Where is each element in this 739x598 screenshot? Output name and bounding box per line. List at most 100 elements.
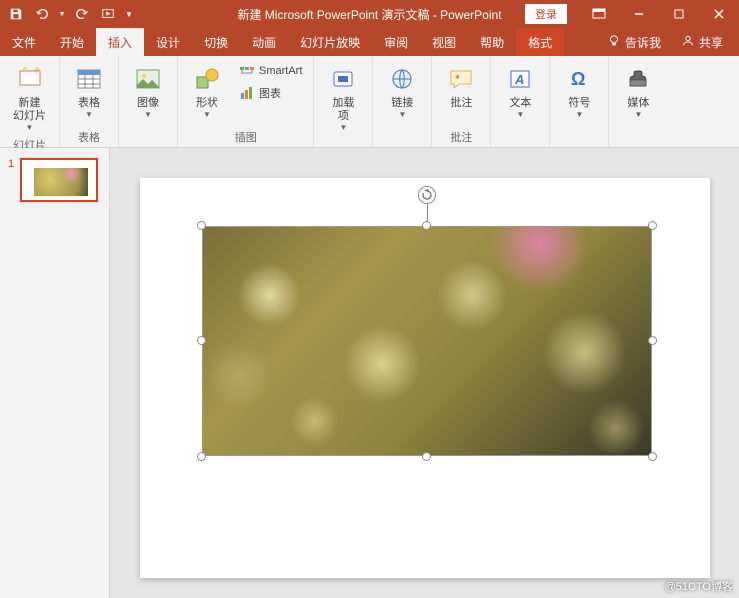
tab-format[interactable]: 格式 xyxy=(516,28,564,56)
chevron-down-icon: ▼ xyxy=(516,110,524,119)
titlebar-right: 登录 xyxy=(525,0,739,28)
tab-help[interactable]: 帮助 xyxy=(468,28,516,56)
thumbnail-slide[interactable] xyxy=(20,158,98,202)
tab-file[interactable]: 文件 xyxy=(0,28,48,56)
comments-button[interactable]: ✱ 批注 xyxy=(438,60,484,113)
undo-icon[interactable] xyxy=(30,2,54,26)
maximize-icon[interactable] xyxy=(659,0,699,28)
group-addins: 加载 项 ▼ xyxy=(314,56,373,147)
addins-button[interactable]: 加载 项 ▼ xyxy=(320,60,366,135)
svg-text:Ω: Ω xyxy=(571,69,585,89)
group-links: 链接 ▼ xyxy=(373,56,432,147)
chevron-down-icon: ▼ xyxy=(85,110,93,119)
tab-slideshow[interactable]: 幻灯片放映 xyxy=(288,28,372,56)
rotate-handle[interactable] xyxy=(418,186,436,204)
svg-text:✱: ✱ xyxy=(455,74,460,81)
smartart-icon xyxy=(239,63,255,79)
resize-handle-sw[interactable] xyxy=(197,452,206,461)
group-comments: ✱ 批注 批注 xyxy=(432,56,491,147)
resize-handle-e[interactable] xyxy=(648,336,657,345)
qat-customize-icon[interactable]: ▼ xyxy=(122,2,136,26)
smartart-button[interactable]: SmartArt xyxy=(234,60,307,82)
new-slide-label: 新建 幻灯片 xyxy=(13,97,46,123)
chevron-down-icon: ▼ xyxy=(144,110,152,119)
images-button[interactable]: 图像 ▼ xyxy=(125,60,171,122)
resize-handle-w[interactable] xyxy=(197,336,206,345)
workspace: 1 xyxy=(0,148,739,598)
chart-icon xyxy=(239,85,255,101)
tab-view[interactable]: 视图 xyxy=(420,28,468,56)
start-from-beginning-icon[interactable] xyxy=(96,2,120,26)
chevron-down-icon: ▼ xyxy=(398,110,406,119)
links-button[interactable]: 链接 ▼ xyxy=(379,60,425,122)
share-icon xyxy=(681,34,695,51)
undo-dropdown-icon[interactable]: ▼ xyxy=(56,2,68,26)
quick-access-toolbar: ▼ ▼ xyxy=(0,2,136,26)
slide-editor[interactable] xyxy=(110,148,739,598)
thumbnail-item[interactable]: 1 xyxy=(8,158,101,202)
login-button[interactable]: 登录 xyxy=(525,4,567,24)
tab-animations[interactable]: 动画 xyxy=(240,28,288,56)
chevron-down-icon: ▼ xyxy=(634,110,642,119)
group-slides: 新建 幻灯片 ▼ 幻灯片 xyxy=(0,56,60,147)
tab-insert[interactable]: 插入 xyxy=(96,28,144,56)
redo-icon[interactable] xyxy=(70,2,94,26)
tell-me-label: 告诉我 xyxy=(625,34,661,51)
text-icon: A xyxy=(504,63,536,95)
ribbon-display-options-icon[interactable] xyxy=(579,0,619,28)
text-button[interactable]: A 文本 ▼ xyxy=(497,60,543,122)
group-media-label xyxy=(637,131,640,145)
addins-icon xyxy=(327,63,359,95)
group-text: A 文本 ▼ xyxy=(491,56,550,147)
media-icon xyxy=(622,63,654,95)
ribbon: 新建 幻灯片 ▼ 幻灯片 表格 ▼ 表格 图像 ▼ xyxy=(0,56,739,148)
selected-picture[interactable] xyxy=(202,226,652,456)
group-images-label xyxy=(146,131,149,145)
text-label: 文本 xyxy=(509,97,531,110)
minimize-icon[interactable] xyxy=(619,0,659,28)
shapes-button[interactable]: 形状 ▼ xyxy=(184,60,230,122)
chevron-down-icon: ▼ xyxy=(203,110,211,119)
images-label: 图像 xyxy=(137,97,159,110)
group-links-label xyxy=(401,131,404,145)
chart-button[interactable]: 图表 xyxy=(234,82,307,104)
inserted-picture[interactable] xyxy=(202,226,652,456)
shapes-icon xyxy=(191,63,223,95)
save-icon[interactable] xyxy=(4,2,28,26)
chevron-down-icon: ▼ xyxy=(339,123,347,132)
svg-text:A: A xyxy=(514,72,524,87)
group-tables-label: 表格 xyxy=(78,127,100,145)
group-symbols-label xyxy=(578,131,581,145)
symbols-button[interactable]: Ω 符号 ▼ xyxy=(556,60,602,122)
tab-design[interactable]: 设计 xyxy=(144,28,192,56)
ribbon-tabs: 文件 开始 插入 设计 切换 动画 幻灯片放映 审阅 视图 帮助 格式 告诉我 … xyxy=(0,28,739,56)
links-label: 链接 xyxy=(391,97,413,110)
addins-label: 加载 项 xyxy=(332,97,354,123)
tab-review[interactable]: 审阅 xyxy=(372,28,420,56)
resize-handle-nw[interactable] xyxy=(197,221,206,230)
watermark: @51CTO博客 xyxy=(665,578,733,594)
close-icon[interactable] xyxy=(699,0,739,28)
share-button[interactable]: 共享 xyxy=(673,28,731,56)
image-icon xyxy=(132,63,164,95)
tab-transitions[interactable]: 切换 xyxy=(192,28,240,56)
tell-me-search[interactable]: 告诉我 xyxy=(599,28,669,56)
title-bar: ▼ ▼ 新建 Microsoft PowerPoint 演示文稿 - Power… xyxy=(0,0,739,28)
resize-handle-ne[interactable] xyxy=(648,221,657,230)
group-symbols: Ω 符号 ▼ xyxy=(550,56,609,147)
resize-handle-se[interactable] xyxy=(648,452,657,461)
link-icon xyxy=(386,63,418,95)
group-images: 图像 ▼ xyxy=(119,56,178,147)
tab-home[interactable]: 开始 xyxy=(48,28,96,56)
thumbnail-pane[interactable]: 1 xyxy=(0,148,110,598)
group-comments-label: 批注 xyxy=(450,127,472,145)
resize-handle-s[interactable] xyxy=(422,452,431,461)
thumbnail-image-preview xyxy=(34,168,88,196)
media-button[interactable]: 媒体 ▼ xyxy=(615,60,661,122)
chevron-down-icon: ▼ xyxy=(575,110,583,119)
new-slide-button[interactable]: 新建 幻灯片 ▼ xyxy=(6,60,53,135)
resize-handle-n[interactable] xyxy=(422,221,431,230)
lightbulb-icon xyxy=(607,34,621,51)
slide-canvas[interactable] xyxy=(140,178,710,578)
table-button[interactable]: 表格 ▼ xyxy=(66,60,112,122)
